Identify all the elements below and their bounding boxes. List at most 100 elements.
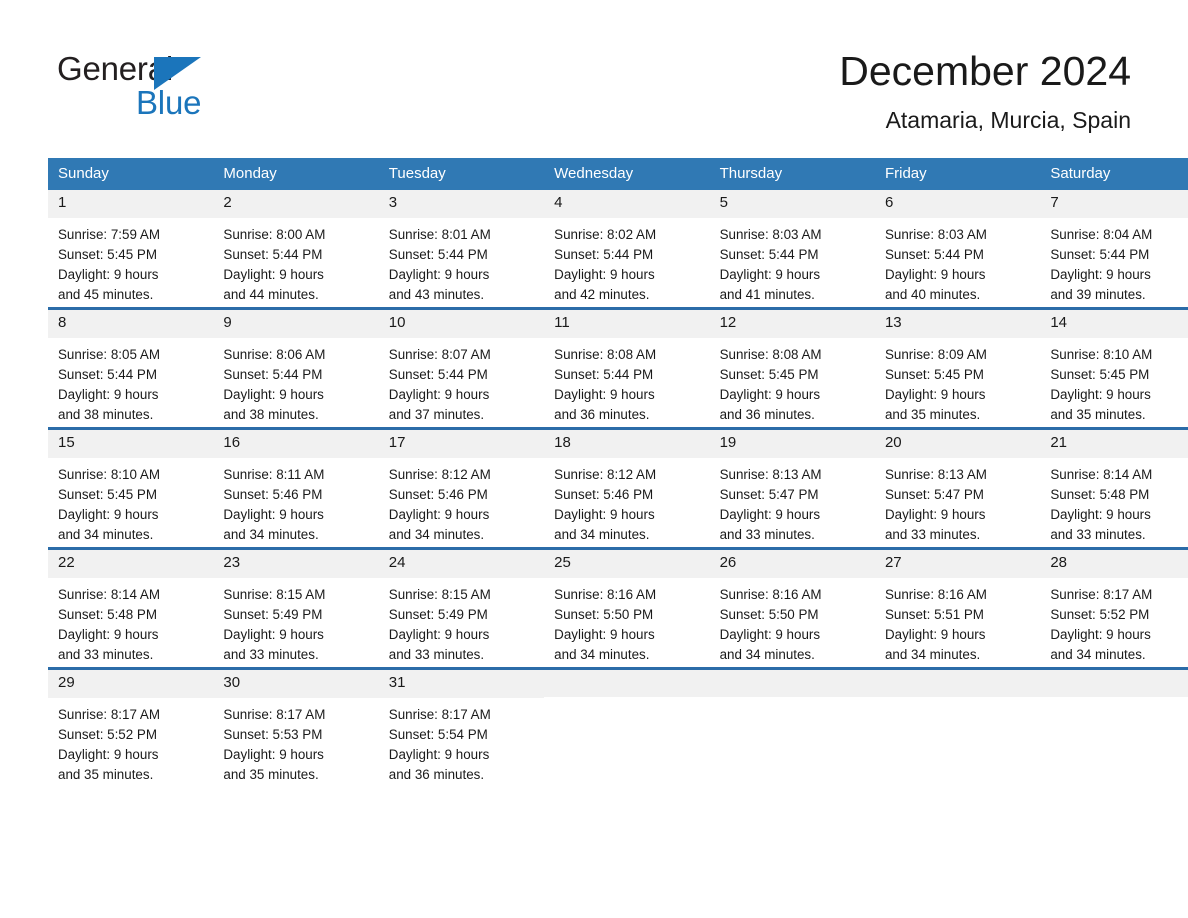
daylight-text-line1: Daylight: 9 hours [223,626,324,642]
day-number: 22 [48,550,214,578]
day-details [875,697,1040,704]
day-cell[interactable]: 6 Sunrise: 8:03 AM Sunset: 5:44 PM Dayli… [874,190,1041,309]
day-cell[interactable]: 19 Sunrise: 8:13 AM Sunset: 5:47 PM Dayl… [709,427,875,549]
day-number: 16 [213,430,379,458]
day-cell[interactable]: 18 Sunrise: 8:12 AM Sunset: 5:46 PM Dayl… [544,427,710,549]
daylight-text-line1: Daylight: 9 hours [554,626,655,642]
daylight-text-line2: and 37 minutes. [388,406,485,422]
day-cell[interactable]: 7 Sunrise: 8:04 AM Sunset: 5:44 PM Dayli… [1040,190,1188,309]
daylight-text-line1: Daylight: 9 hours [884,386,986,402]
day-details: Sunrise: 8:14 AM Sunset: 5:48 PM Dayligh… [48,578,213,665]
day-details: Sunrise: 8:08 AM Sunset: 5:45 PM Dayligh… [710,338,875,425]
sunset-text: Sunset: 5:45 PM [884,366,984,382]
sunset-text: Sunset: 5:50 PM [719,606,819,622]
sunrise-text: Sunrise: 8:06 AM [223,346,326,362]
day-details: Sunrise: 7:59 AM Sunset: 5:45 PM Dayligh… [48,218,213,305]
sunrise-text: Sunrise: 8:05 AM [58,346,160,362]
day-details [1040,697,1188,704]
sunset-text: Sunset: 5:52 PM [58,726,157,742]
sunrise-text: Sunrise: 8:07 AM [388,346,491,362]
daylight-text-line1: Daylight: 9 hours [223,746,324,762]
sunset-text: Sunset: 5:45 PM [1050,366,1150,382]
daylight-text-line1: Daylight: 9 hours [884,266,986,282]
day-cell[interactable]: 10 Sunrise: 8:07 AM Sunset: 5:44 PM Dayl… [378,307,545,429]
daylight-text-line1: Daylight: 9 hours [388,506,490,522]
sunrise-text: Sunrise: 8:17 AM [223,706,326,722]
day-number: 13 [874,310,1041,338]
day-number: 26 [709,550,875,578]
day-cell[interactable]: 22 Sunrise: 8:14 AM Sunset: 5:48 PM Dayl… [48,547,214,669]
day-cell[interactable]: 26 Sunrise: 8:16 AM Sunset: 5:50 PM Dayl… [709,547,875,669]
sunset-text: Sunset: 5:54 PM [388,726,488,742]
day-details: Sunrise: 8:15 AM Sunset: 5:49 PM Dayligh… [213,578,378,665]
day-cell[interactable]: 15 Sunrise: 8:10 AM Sunset: 5:45 PM Dayl… [48,427,214,549]
day-cell[interactable]: 17 Sunrise: 8:12 AM Sunset: 5:46 PM Dayl… [378,427,545,549]
day-cell[interactable]: 13 Sunrise: 8:09 AM Sunset: 5:45 PM Dayl… [874,307,1041,429]
day-details: Sunrise: 8:03 AM Sunset: 5:44 PM Dayligh… [875,218,1040,305]
day-cell[interactable]: 3 Sunrise: 8:01 AM Sunset: 5:44 PM Dayli… [378,190,545,309]
day-cell[interactable]: 27 Sunrise: 8:16 AM Sunset: 5:51 PM Dayl… [874,547,1041,669]
day-cell[interactable]: 1 Sunrise: 7:59 AM Sunset: 5:45 PM Dayli… [48,190,214,309]
day-details: Sunrise: 8:10 AM Sunset: 5:45 PM Dayligh… [48,458,213,545]
sunset-text: Sunset: 5:44 PM [884,246,984,262]
sunset-text: Sunset: 5:49 PM [223,606,323,622]
day-cell[interactable]: 31 Sunrise: 8:17 AM Sunset: 5:54 PM Dayl… [378,667,545,787]
sunrise-text: Sunrise: 8:14 AM [1050,466,1153,482]
day-cell[interactable]: 9 Sunrise: 8:06 AM Sunset: 5:44 PM Dayli… [213,307,379,429]
day-cell[interactable]: 11 Sunrise: 8:08 AM Sunset: 5:44 PM Dayl… [544,307,710,429]
sunset-text: Sunset: 5:46 PM [388,486,488,502]
day-number: 5 [709,190,875,218]
day-details: Sunrise: 8:00 AM Sunset: 5:44 PM Dayligh… [213,218,378,305]
day-cell[interactable]: 23 Sunrise: 8:15 AM Sunset: 5:49 PM Dayl… [213,547,379,669]
day-number: 21 [1040,430,1188,458]
daylight-text-line1: Daylight: 9 hours [719,506,821,522]
sunrise-text: Sunrise: 8:02 AM [554,226,657,242]
sunrise-text: Sunrise: 8:15 AM [388,586,491,602]
sunset-text: Sunset: 5:46 PM [223,486,323,502]
sunrise-text: Sunrise: 8:09 AM [884,346,987,362]
daylight-text-line1: Daylight: 9 hours [58,626,159,642]
logo-text-blue: Blue [136,84,202,121]
day-cell[interactable]: 14 Sunrise: 8:10 AM Sunset: 5:45 PM Dayl… [1040,307,1188,429]
day-details [710,697,875,704]
daylight-text-line2: and 33 minutes. [884,526,981,542]
title-block: December 2024 Atamaria, Murcia, Spain [839,48,1131,134]
day-cell[interactable]: 20 Sunrise: 8:13 AM Sunset: 5:47 PM Dayl… [874,427,1041,549]
day-details: Sunrise: 8:08 AM Sunset: 5:44 PM Dayligh… [544,338,709,425]
day-cell[interactable]: 2 Sunrise: 8:00 AM Sunset: 5:44 PM Dayli… [213,190,379,309]
day-number: 14 [1040,310,1188,338]
day-cell[interactable]: 30 Sunrise: 8:17 AM Sunset: 5:53 PM Dayl… [213,667,379,787]
sunset-text: Sunset: 5:44 PM [223,246,323,262]
day-cell[interactable]: 25 Sunrise: 8:16 AM Sunset: 5:50 PM Dayl… [544,547,710,669]
day-cell[interactable]: 29 Sunrise: 8:17 AM Sunset: 5:52 PM Dayl… [48,667,214,787]
day-cell[interactable]: 4 Sunrise: 8:02 AM Sunset: 5:44 PM Dayli… [544,190,710,309]
daylight-text-line2: and 38 minutes. [58,406,154,422]
day-cell[interactable]: 24 Sunrise: 8:15 AM Sunset: 5:49 PM Dayl… [378,547,545,669]
logo-triangle-icon [154,57,201,90]
day-cell[interactable]: 16 Sunrise: 8:11 AM Sunset: 5:46 PM Dayl… [213,427,379,549]
daylight-text-line1: Daylight: 9 hours [1050,266,1151,282]
daylight-text-line2: and 33 minutes. [223,646,319,662]
sunset-text: Sunset: 5:44 PM [388,246,488,262]
day-number: 4 [544,190,710,218]
sunrise-text: Sunrise: 8:12 AM [388,466,491,482]
day-number: 12 [709,310,875,338]
day-number: 10 [378,310,545,338]
day-cell[interactable]: 8 Sunrise: 8:05 AM Sunset: 5:44 PM Dayli… [48,307,214,429]
sunset-text: Sunset: 5:47 PM [884,486,984,502]
sunset-text: Sunset: 5:49 PM [388,606,488,622]
daylight-text-line2: and 34 minutes. [554,646,650,662]
day-cell[interactable]: 12 Sunrise: 8:08 AM Sunset: 5:45 PM Dayl… [709,307,875,429]
calendar-table: Sunday Monday Tuesday Wednesday Thursday… [48,158,1188,787]
day-cell[interactable]: 21 Sunrise: 8:14 AM Sunset: 5:48 PM Dayl… [1040,427,1188,549]
daylight-text-line2: and 39 minutes. [1050,286,1146,302]
sunrise-text: Sunrise: 8:17 AM [388,706,491,722]
day-number: 23 [213,550,379,578]
sunrise-text: Sunrise: 8:10 AM [1050,346,1153,362]
day-cell[interactable]: 28 Sunrise: 8:17 AM Sunset: 5:52 PM Dayl… [1040,547,1188,669]
day-cell[interactable]: 5 Sunrise: 8:03 AM Sunset: 5:44 PM Dayli… [709,190,875,309]
sunset-text: Sunset: 5:44 PM [223,366,323,382]
calendar-page: General Blue December 2024 Atamaria, Mur… [0,0,1188,918]
daylight-text-line2: and 34 minutes. [58,526,154,542]
day-details: Sunrise: 8:02 AM Sunset: 5:44 PM Dayligh… [544,218,709,305]
